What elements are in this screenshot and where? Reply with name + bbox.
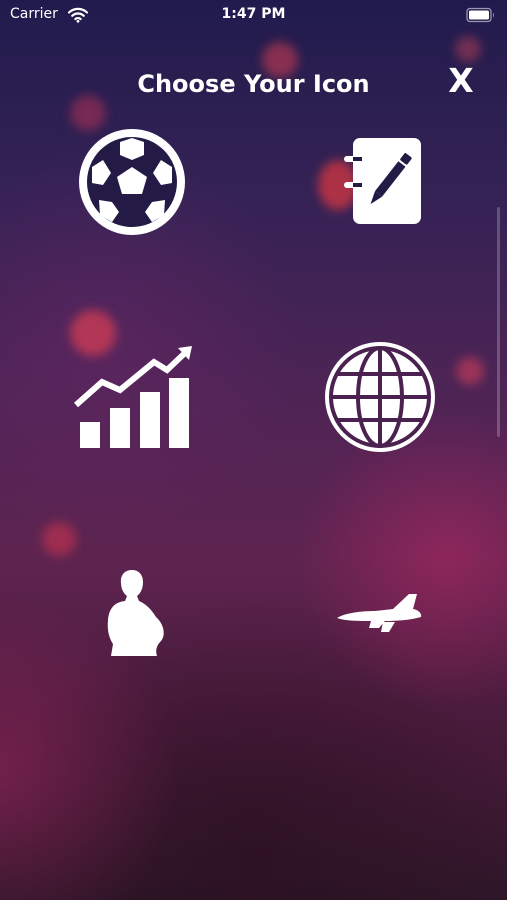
- status-bar: Carrier 1:47 PM: [0, 0, 507, 30]
- icon-option-partial-right[interactable]: [310, 729, 450, 784]
- icon-picker-screen: Carrier 1:47 PM Choose Your Icon X: [0, 0, 507, 900]
- notebook-pen-icon: [344, 138, 421, 224]
- person-silhouette-icon: [107, 570, 164, 656]
- icon-option-soccer-ball[interactable]: [62, 112, 202, 252]
- globe-icon: [325, 342, 435, 452]
- partial-icon: [92, 769, 172, 784]
- icon-grid[interactable]: [0, 112, 507, 784]
- icon-option-notebook-pen[interactable]: [310, 112, 450, 252]
- close-button[interactable]: X: [438, 58, 484, 104]
- icon-option-globe[interactable]: [310, 327, 450, 467]
- soccer-ball-icon: [79, 129, 185, 235]
- icon-option-partial-left[interactable]: [62, 729, 202, 784]
- jet-plane-icon: [337, 594, 422, 632]
- status-time: 1:47 PM: [221, 6, 286, 22]
- page-title: Choose Your Icon: [137, 70, 370, 98]
- partial-icon: [360, 769, 400, 784]
- battery-icon: [466, 7, 494, 23]
- icon-option-person[interactable]: [62, 543, 202, 683]
- scrollbar[interactable]: [497, 207, 500, 437]
- growth-chart-icon: [74, 346, 192, 448]
- icon-option-jet[interactable]: [310, 543, 450, 683]
- icon-option-growth-chart[interactable]: [62, 327, 202, 467]
